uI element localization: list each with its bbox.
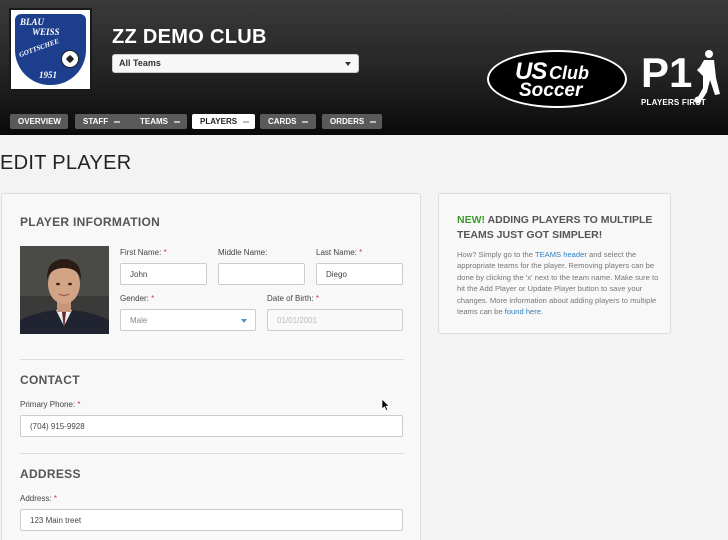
dob-label-text: Date of Birth: (267, 294, 314, 303)
primary-phone-label: Primary Phone: * (20, 400, 81, 409)
section-divider (20, 453, 404, 454)
logo-text-line1: BLAU (20, 17, 45, 27)
nav-cards-label: CARDS (268, 117, 297, 126)
players-first-logo[interactable]: P1 (641, 52, 692, 94)
address-value: 123 Main treet (30, 516, 82, 525)
gender-select[interactable]: Male (120, 309, 256, 331)
found-here-link[interactable]: found here (505, 307, 541, 316)
required-mark: * (151, 294, 155, 303)
logo-text-line2: WEISS (32, 27, 60, 37)
required-mark: * (53, 494, 57, 503)
edit-player-form: PLAYER INFORMATION First Name: * John Mi… (1, 193, 421, 540)
last-name-field[interactable]: Diego (316, 263, 403, 285)
nav-cards[interactable]: CARDS (260, 114, 316, 129)
announcement-text: . (541, 307, 544, 317)
dropdown-icon (174, 120, 180, 123)
primary-phone-field[interactable]: (704) 915-9928 (20, 415, 403, 437)
logo-year: 1951 (39, 70, 57, 80)
player-silhouette-icon (694, 50, 720, 104)
nav-players-label: PLAYERS (200, 117, 238, 126)
nav-staff[interactable]: STAFF (75, 114, 134, 129)
last-name-label-text: Last Name: (316, 248, 357, 257)
us-club-soccer-logo[interactable]: US Club Soccer (487, 50, 627, 108)
middle-name-field[interactable] (218, 263, 305, 285)
gender-value: Male (130, 316, 148, 325)
announcement-title: NEW! ADDING PLAYERS TO MULTIPLE TEAMS JU… (457, 213, 662, 243)
nav-players[interactable]: PLAYERS (192, 114, 255, 129)
required-mark: * (315, 294, 320, 303)
dob-label: Date of Birth: * (267, 294, 319, 303)
dropdown-icon (302, 120, 309, 123)
chevron-down-icon (241, 319, 247, 323)
announcement-body: How? Simply go to the TEAMS header and s… (457, 249, 662, 317)
nav-staff-label: STAFF (83, 117, 109, 126)
first-name-value: John (130, 270, 148, 279)
last-name-value: Diego (326, 270, 347, 279)
us-club-soccer-soccer: Soccer (519, 80, 583, 101)
address-label: Address: * (20, 494, 57, 503)
site-header: BLAU WEISS GOTTSCHEE 1951 ZZ DEMO CLUB A… (0, 0, 728, 135)
nav-orders[interactable]: ORDERS (322, 114, 382, 129)
required-mark: * (359, 248, 363, 257)
nav-teams[interactable]: TEAMS (132, 114, 187, 129)
team-select-value: All Teams (119, 58, 161, 68)
logo-text-line3: GOTTSCHEE (17, 37, 61, 59)
dropdown-icon (370, 120, 377, 123)
club-name: ZZ DEMO CLUB (112, 26, 267, 48)
dob-value: 01/01/2001 (277, 316, 318, 325)
address-label-text: Address: (20, 494, 52, 503)
last-name-label: Last Name: * (316, 248, 362, 257)
first-name-label-text: First Name: (120, 248, 162, 257)
primary-phone-label-text: Primary Phone: (20, 400, 76, 409)
first-name-label: First Name: * (120, 248, 167, 257)
announcement-text: How? Simply go to the (457, 250, 535, 259)
contact-heading: CONTACT (20, 373, 80, 387)
player-information-heading: PLAYER INFORMATION (20, 215, 161, 229)
nav-teams-label: TEAMS (140, 117, 168, 126)
nav-orders-label: ORDERS (330, 117, 365, 126)
chevron-down-icon (345, 62, 351, 66)
player-portrait-image (20, 246, 109, 334)
team-select-dropdown[interactable]: All Teams (112, 54, 359, 73)
required-mark: * (163, 248, 167, 257)
address-field[interactable]: 123 Main treet (20, 509, 403, 531)
gender-label: Gender: * (120, 294, 154, 303)
page-title: EDIT PLAYER (0, 152, 132, 174)
player-photo[interactable] (20, 246, 109, 334)
club-logo[interactable]: BLAU WEISS GOTTSCHEE 1951 (9, 8, 92, 91)
announcement-text: and select the appropriate teams for the… (457, 250, 659, 317)
first-name-field[interactable]: John (120, 263, 207, 285)
dropdown-icon (243, 120, 250, 123)
new-badge: NEW! (457, 214, 485, 226)
dropdown-icon (114, 120, 121, 123)
announcement-title-text: ADDING PLAYERS TO MULTIPLE TEAMS JUST GO… (457, 214, 653, 241)
players-first-text: PLAYERS FIRST (641, 98, 706, 107)
teams-header-link[interactable]: TEAMS header (535, 250, 587, 259)
club-crest: BLAU WEISS GOTTSCHEE 1951 (15, 14, 86, 85)
nav-overview-label: OVERVIEW (18, 117, 61, 126)
mouse-cursor-icon (382, 399, 390, 411)
address-heading: ADDRESS (20, 467, 81, 481)
primary-phone-value: (704) 915-9928 (30, 422, 85, 431)
middle-name-label: Middle Name: (218, 248, 268, 257)
soccer-ball-icon (61, 50, 79, 68)
gender-label-text: Gender: (120, 294, 149, 303)
nav-overview[interactable]: OVERVIEW (10, 114, 68, 129)
required-mark: * (77, 400, 81, 409)
announcement-panel: NEW! ADDING PLAYERS TO MULTIPLE TEAMS JU… (438, 193, 671, 334)
section-divider (20, 359, 404, 360)
dob-field[interactable]: 01/01/2001 (267, 309, 403, 331)
